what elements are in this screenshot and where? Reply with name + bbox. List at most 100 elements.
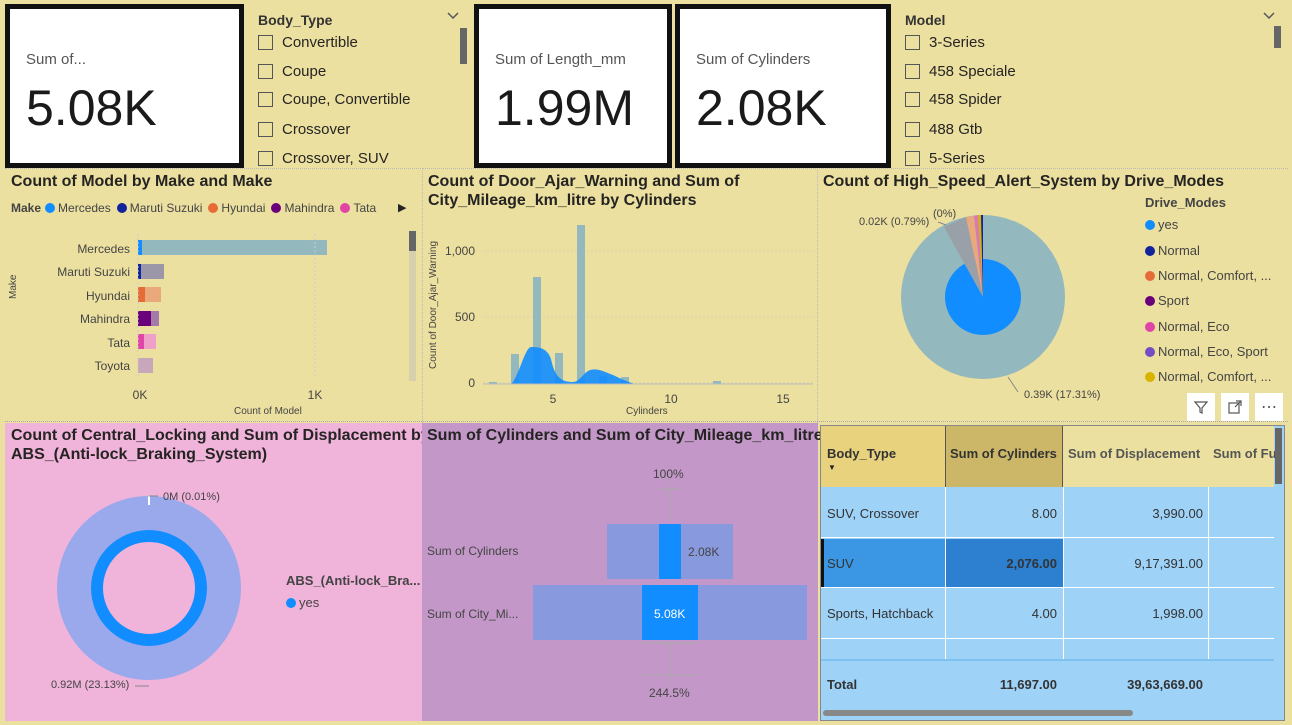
cell-total-label: Total bbox=[827, 677, 858, 692]
funnel-row-label: Sum of Cylinders bbox=[427, 544, 519, 558]
checkbox[interactable] bbox=[258, 122, 273, 137]
legend-label: Sport bbox=[1158, 293, 1190, 308]
label-leader bbox=[148, 495, 158, 497]
more-options-icon[interactable]: ⋯ bbox=[1255, 393, 1283, 421]
slicer-item[interactable]: 488 Gtb bbox=[905, 121, 982, 138]
cell-cylinders: 4.00 bbox=[1031, 606, 1057, 621]
high-speed-chart[interactable]: Count of High_Speed_Alert_System by Driv… bbox=[817, 168, 1288, 423]
legend-item[interactable]: Normal bbox=[1145, 243, 1200, 258]
high-speed-pie bbox=[901, 215, 1065, 393]
slicer-item[interactable]: 458 Speciale bbox=[905, 63, 1016, 80]
cylinders-funnel-chart[interactable]: Sum of Cylinders and Sum of City_Mileage… bbox=[422, 423, 823, 721]
checkbox[interactable] bbox=[905, 35, 920, 50]
y-tick-label: 1,000 bbox=[445, 244, 475, 258]
legend-next-arrow[interactable]: ▶ bbox=[398, 201, 406, 214]
checkbox[interactable] bbox=[905, 92, 920, 107]
checkbox[interactable] bbox=[258, 35, 273, 50]
slicer-scrollbar[interactable] bbox=[1274, 26, 1281, 48]
legend-dot bbox=[116, 203, 127, 213]
legend-item[interactable]: Normal, Eco bbox=[1145, 319, 1230, 334]
header-sum-cylinders[interactable]: Sum of Cylinders bbox=[950, 446, 1057, 461]
header-sum-displacement[interactable]: Sum of Displacement bbox=[1068, 446, 1200, 461]
make-bars: Mercedes Maruti Suzuki Hyundai Mahindra … bbox=[57, 234, 327, 402]
slicer-item[interactable]: Crossover bbox=[258, 121, 350, 138]
legend-dot bbox=[271, 203, 282, 213]
legend-title: ABS_(Anti-lock_Bra... bbox=[286, 573, 421, 588]
donut-ring bbox=[91, 530, 207, 646]
legend-item[interactable]: Tata bbox=[340, 201, 376, 215]
legend-label: Normal, Eco bbox=[1158, 319, 1230, 334]
checkbox[interactable] bbox=[905, 122, 920, 137]
legend-item[interactable]: Normal, Eco, Sport bbox=[1145, 344, 1268, 359]
funnel-bar bbox=[659, 524, 681, 579]
body-type-slicer: Body_Type Convertible Coupe Coupe, Conve… bbox=[246, 4, 471, 168]
category-label: Mahindra bbox=[80, 312, 130, 326]
central-locking-chart[interactable]: Count of Central_Locking and Sum of Disp… bbox=[5, 423, 430, 721]
bar bbox=[138, 334, 144, 349]
x-tick-label: 1K bbox=[308, 388, 323, 402]
horizontal-scrollbar[interactable] bbox=[823, 710, 1133, 716]
x-tick-label: 0K bbox=[133, 388, 148, 402]
checkbox[interactable] bbox=[258, 151, 273, 166]
slicer-item[interactable]: 5-Series bbox=[905, 150, 985, 167]
category-label: Toyota bbox=[95, 359, 131, 373]
x-axis-title: Count of Model bbox=[234, 406, 302, 417]
legend-item[interactable]: Mercedes bbox=[45, 201, 111, 215]
header-body-type[interactable]: Body_Type bbox=[827, 446, 896, 461]
slicer-item[interactable]: Coupe bbox=[258, 63, 326, 80]
category-label: Hyundai bbox=[86, 289, 130, 303]
slicer-item-label: 5-Series bbox=[929, 150, 985, 167]
chart-scrollbar-thumb[interactable] bbox=[409, 231, 416, 251]
slicer-item[interactable]: Coupe, Convertible bbox=[258, 91, 410, 108]
checkbox[interactable] bbox=[258, 64, 273, 79]
filter-icon[interactable] bbox=[1187, 393, 1215, 421]
slicer-item-label: Convertible bbox=[282, 34, 358, 51]
kpi-card-cylinders[interactable]: Sum of Cylinders 2.08K bbox=[675, 4, 891, 168]
checkbox[interactable] bbox=[905, 64, 920, 79]
body-type-matrix[interactable]: Body_Type ▼ Sum of Cylinders Sum of Disp… bbox=[820, 425, 1285, 721]
legend-dot bbox=[286, 597, 296, 608]
legend-item[interactable]: Sport bbox=[1145, 293, 1189, 308]
data-label: 0M (0.01%) bbox=[163, 491, 220, 503]
legend-label: yes bbox=[1158, 217, 1179, 232]
slicer-scrollbar[interactable] bbox=[460, 28, 467, 64]
data-label: (0%) bbox=[933, 208, 957, 220]
sort-desc-icon[interactable]: ▼ bbox=[828, 463, 836, 472]
legend-dot bbox=[1145, 245, 1155, 256]
slicer-item[interactable]: Convertible bbox=[258, 34, 358, 51]
legend-dot bbox=[208, 203, 219, 213]
chart-scrollbar[interactable] bbox=[409, 231, 416, 381]
legend-item[interactable]: Maruti Suzuki bbox=[116, 201, 202, 215]
legend-dot bbox=[1145, 321, 1155, 332]
legend-label: Mahindra bbox=[284, 201, 335, 215]
checkbox[interactable] bbox=[905, 151, 920, 166]
legend-item[interactable]: yes bbox=[1145, 217, 1178, 232]
slicer-item[interactable]: 3-Series bbox=[905, 34, 985, 51]
legend-item[interactable]: Hyundai bbox=[208, 201, 265, 215]
make-bar-chart[interactable]: Count of Model by Make and Make Make Mer… bbox=[5, 168, 421, 423]
kpi-card-sum[interactable]: Sum of... 5.08K bbox=[5, 4, 244, 168]
slicer-title: Model bbox=[905, 12, 946, 28]
tile-divider bbox=[5, 421, 1288, 422]
focus-mode-icon[interactable] bbox=[1221, 393, 1249, 421]
kpi-card-length[interactable]: Sum of Length_mm 1.99M bbox=[474, 4, 672, 168]
legend-item[interactable]: Normal, Comfort, ... bbox=[1145, 268, 1271, 283]
chart-title: Count of Model by Make and Make bbox=[11, 173, 273, 190]
cell-displacement: 9,17,391.00 bbox=[1134, 556, 1203, 571]
label-leader bbox=[937, 221, 947, 226]
chevron-down-icon[interactable] bbox=[1262, 10, 1276, 24]
cell-cylinders: 8.00 bbox=[1031, 506, 1057, 521]
legend-item[interactable]: yes bbox=[286, 595, 319, 610]
slicer-item[interactable]: Crossover, SUV bbox=[258, 150, 389, 167]
legend-item[interactable]: Mahindra bbox=[271, 201, 334, 215]
slicer-item[interactable]: 458 Spider bbox=[905, 91, 1002, 108]
chevron-down-icon[interactable] bbox=[446, 10, 460, 24]
legend-item[interactable]: Normal, Comfort, ... bbox=[1145, 369, 1271, 384]
door-ajar-chart[interactable]: Count of Door_Ajar_Warning and Sum of Ci… bbox=[422, 168, 816, 423]
header-sum-fu[interactable]: Sum of Fu bbox=[1213, 446, 1277, 461]
cell-body-type: SUV bbox=[827, 556, 854, 571]
vertical-scrollbar[interactable] bbox=[1275, 428, 1282, 484]
checkbox[interactable] bbox=[258, 92, 273, 107]
slicer-item-label: 488 Gtb bbox=[929, 121, 983, 138]
legend-dot bbox=[1145, 295, 1155, 306]
